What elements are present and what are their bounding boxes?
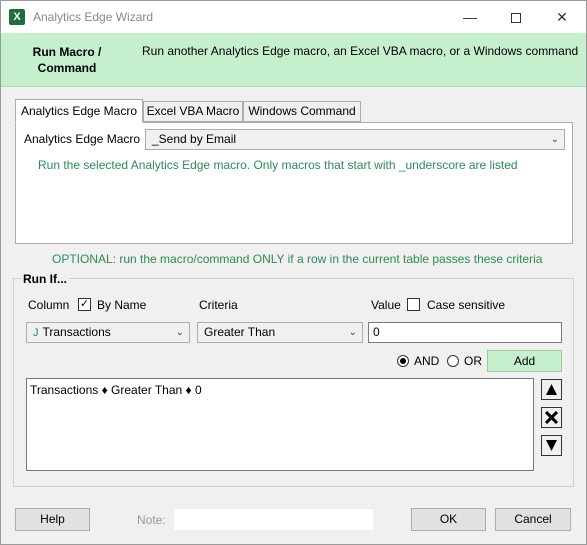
maximize-icon — [511, 13, 521, 24]
header-title: Run Macro / Command — [32, 45, 102, 75]
macro-hint: Run the selected Analytics Edge macro. O… — [38, 158, 518, 172]
case-sensitive-checkbox[interactable] — [407, 298, 420, 311]
header-description: Run another Analytics Edge macro, an Exc… — [142, 44, 579, 58]
window-title: Analytics Edge Wizard — [33, 10, 154, 24]
triangle-up-icon — [546, 384, 557, 395]
macro-select[interactable]: _Send by Email ⌄ — [145, 129, 565, 150]
tab-analytics-edge-macro[interactable]: Analytics Edge Macro — [15, 99, 143, 123]
tab-excel-vba-macro[interactable]: Excel VBA Macro — [143, 101, 243, 122]
wizard-window: X Analytics Edge Wizard — ✕ Run Macro / … — [0, 0, 587, 545]
ok-button[interactable]: OK — [411, 508, 486, 531]
add-criteria-button[interactable]: Add — [487, 350, 562, 372]
chevron-down-icon: ⌄ — [550, 134, 559, 145]
column-type-icon: J — [33, 327, 39, 339]
delete-x-icon — [545, 411, 558, 424]
delete-criteria-button[interactable] — [541, 407, 562, 428]
and-radio[interactable] — [397, 355, 409, 367]
criteria-select[interactable]: Greater Than ⌄ — [197, 322, 363, 343]
optional-criteria-text: OPTIONAL: run the macro/command ONLY if … — [52, 252, 543, 266]
column-select[interactable]: J Transactions ⌄ — [26, 322, 190, 343]
value-label: Value — [371, 298, 401, 312]
macro-label: Analytics Edge Macro — [24, 132, 141, 146]
title-bar: X Analytics Edge Wizard — ✕ — [1, 1, 586, 33]
by-name-label: By Name — [97, 298, 147, 312]
or-label: OR — [464, 354, 482, 368]
help-button[interactable]: Help — [15, 508, 90, 531]
or-radio[interactable] — [447, 355, 459, 367]
value-input[interactable]: 0 — [368, 322, 562, 343]
chevron-down-icon: ⌄ — [175, 327, 184, 338]
macro-tab-panel: Analytics Edge Macro _Send by Email ⌄ Ru… — [15, 122, 573, 244]
criteria-list-item[interactable]: Transactions ♦ Greater Than ♦ 0 — [30, 383, 530, 397]
chevron-down-icon: ⌄ — [348, 327, 357, 338]
move-down-button[interactable] — [541, 435, 562, 456]
triangle-down-icon — [546, 440, 557, 451]
macro-select-value: _Send by Email — [152, 132, 237, 146]
column-label: Column — [28, 298, 70, 312]
column-select-value: Transactions — [42, 325, 111, 339]
minimize-button[interactable]: — — [447, 1, 493, 33]
criteria-select-value: Greater Than — [204, 325, 276, 339]
by-name-checkbox[interactable]: ✓ — [78, 298, 91, 311]
note-input[interactable] — [173, 508, 374, 531]
cancel-button[interactable]: Cancel — [495, 508, 571, 531]
excel-icon: X — [9, 9, 25, 25]
criteria-list[interactable]: Transactions ♦ Greater Than ♦ 0 — [26, 378, 534, 471]
maximize-button[interactable] — [493, 1, 539, 33]
move-up-button[interactable] — [541, 379, 562, 400]
close-button[interactable]: ✕ — [539, 1, 585, 33]
header-band: Run Macro / Command Run another Analytic… — [1, 33, 586, 87]
run-if-title: Run If... — [21, 272, 69, 286]
note-label: Note: — [137, 513, 166, 527]
and-label: AND — [414, 354, 440, 368]
tab-windows-command[interactable]: Windows Command — [243, 101, 361, 122]
case-sensitive-label: Case sensitive — [427, 298, 506, 312]
criteria-label: Criteria — [199, 298, 238, 312]
